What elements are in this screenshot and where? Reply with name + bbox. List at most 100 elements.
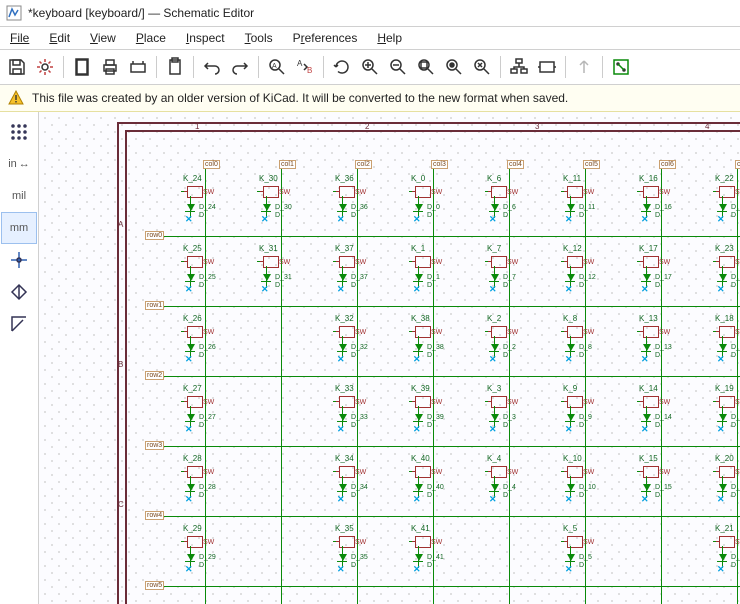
paste-icon[interactable] xyxy=(162,54,188,80)
diode-symbol[interactable] xyxy=(719,204,727,211)
column-net-label[interactable]: col0 xyxy=(203,160,220,169)
diode-symbol[interactable] xyxy=(491,484,499,491)
key-cell[interactable]: K_14SW✕D_14D xyxy=(637,384,705,442)
key-cell[interactable]: K_10SW✕D_10D xyxy=(561,454,629,512)
diode-symbol[interactable] xyxy=(263,204,271,211)
diode-symbol[interactable] xyxy=(339,414,347,421)
diode-symbol[interactable] xyxy=(567,274,575,281)
settings-icon[interactable] xyxy=(32,54,58,80)
symbol-editor-icon[interactable] xyxy=(534,54,560,80)
key-cell[interactable]: K_33SW✕D_33D xyxy=(333,384,401,442)
zoom-selection-icon[interactable] xyxy=(469,54,495,80)
diode-symbol[interactable] xyxy=(491,274,499,281)
row-net-label[interactable]: row3 xyxy=(145,441,164,450)
key-cell[interactable]: K_4SW✕D_4D xyxy=(485,454,553,512)
plot-icon[interactable] xyxy=(125,54,151,80)
key-cell[interactable]: K_37SW✕D_37D xyxy=(333,244,401,302)
diode-symbol[interactable] xyxy=(415,414,423,421)
key-cell[interactable]: K_8SW✕D_8D xyxy=(561,314,629,372)
menu-edit[interactable]: Edit xyxy=(41,29,78,47)
column-net-label[interactable]: col4 xyxy=(507,160,524,169)
diode-symbol[interactable] xyxy=(643,484,651,491)
column-net-label[interactable]: col5 xyxy=(583,160,600,169)
zoom-fit-icon[interactable] xyxy=(413,54,439,80)
schematic-canvas[interactable]: ABC 1234 col0col1col2col3col4col5col6col… xyxy=(39,112,740,604)
key-cell[interactable]: K_16SW✕D_16D xyxy=(637,174,705,232)
unit-in-button[interactable]: in↔ xyxy=(1,148,37,180)
key-cell[interactable]: K_0SW✕D_0D xyxy=(409,174,477,232)
row-net-label[interactable]: row2 xyxy=(145,371,164,380)
diode-symbol[interactable] xyxy=(339,554,347,561)
diode-symbol[interactable] xyxy=(415,554,423,561)
key-cell[interactable]: K_26SW✕D_26D xyxy=(181,314,249,372)
diode-symbol[interactable] xyxy=(643,274,651,281)
key-cell[interactable]: K_24SW✕D_24D xyxy=(181,174,249,232)
row-net-label[interactable]: row1 xyxy=(145,301,164,310)
redo-icon[interactable] xyxy=(227,54,253,80)
key-cell[interactable]: K_41SW✕D_41D xyxy=(409,524,477,582)
diode-symbol[interactable] xyxy=(719,414,727,421)
diode-symbol[interactable] xyxy=(339,274,347,281)
key-cell[interactable]: K_2SW✕D_2D xyxy=(485,314,553,372)
zoom-out-icon[interactable] xyxy=(385,54,411,80)
key-cell[interactable]: K_18SW✕D_18D xyxy=(713,314,740,372)
key-cell[interactable]: K_17SW✕D_17D xyxy=(637,244,705,302)
column-net-label[interactable]: col2 xyxy=(355,160,372,169)
diode-symbol[interactable] xyxy=(567,554,575,561)
menu-place[interactable]: Place xyxy=(128,29,174,47)
zoom-in-icon[interactable] xyxy=(357,54,383,80)
diode-symbol[interactable] xyxy=(567,414,575,421)
diode-symbol[interactable] xyxy=(491,414,499,421)
diode-symbol[interactable] xyxy=(719,484,727,491)
undo-icon[interactable] xyxy=(199,54,225,80)
unit-mm-button[interactable]: mm xyxy=(1,212,37,244)
key-cell[interactable]: K_30SW✕D_30D xyxy=(257,174,325,232)
key-cell[interactable]: K_23SW✕D_23D xyxy=(713,244,740,302)
key-cell[interactable]: K_6SW✕D_6D xyxy=(485,174,553,232)
column-net-label[interactable]: col7 xyxy=(735,160,740,169)
cursor-shape-button[interactable] xyxy=(1,244,37,276)
diode-symbol[interactable] xyxy=(643,414,651,421)
key-cell[interactable]: K_28SW✕D_28D xyxy=(181,454,249,512)
key-cell[interactable]: K_1SW✕D_1D xyxy=(409,244,477,302)
key-cell[interactable]: K_38SW✕D_38D xyxy=(409,314,477,372)
diode-symbol[interactable] xyxy=(187,274,195,281)
diode-symbol[interactable] xyxy=(339,344,347,351)
key-cell[interactable]: K_21SW✕D_21D xyxy=(713,524,740,582)
key-cell[interactable]: K_34SW✕D_34D xyxy=(333,454,401,512)
key-cell[interactable]: K_9SW✕D_9D xyxy=(561,384,629,442)
row-net-label[interactable]: row4 xyxy=(145,511,164,520)
diode-symbol[interactable] xyxy=(187,414,195,421)
column-net-label[interactable]: col1 xyxy=(279,160,296,169)
show-grid-button[interactable] xyxy=(1,116,37,148)
key-cell[interactable]: K_35SW✕D_35D xyxy=(333,524,401,582)
key-cell[interactable]: K_40SW✕D_40D xyxy=(409,454,477,512)
key-cell[interactable]: K_39SW✕D_39D xyxy=(409,384,477,442)
menu-inspect[interactable]: Inspect xyxy=(178,29,233,47)
key-cell[interactable]: K_36SW✕D_36D xyxy=(333,174,401,232)
free-angle-button[interactable] xyxy=(1,308,37,340)
diode-symbol[interactable] xyxy=(339,204,347,211)
key-cell[interactable]: K_22SW✕D_22D xyxy=(713,174,740,232)
diode-symbol[interactable] xyxy=(187,484,195,491)
key-cell[interactable]: K_20SW✕D_20D xyxy=(713,454,740,512)
page-settings-icon[interactable] xyxy=(69,54,95,80)
menu-help[interactable]: Help xyxy=(369,29,410,47)
diode-symbol[interactable] xyxy=(643,204,651,211)
menu-file[interactable]: File xyxy=(2,29,37,47)
pcb-icon[interactable] xyxy=(608,54,634,80)
menu-preferences[interactable]: Preferences xyxy=(285,29,366,47)
diode-symbol[interactable] xyxy=(567,344,575,351)
save-icon[interactable] xyxy=(4,54,30,80)
diode-symbol[interactable] xyxy=(491,204,499,211)
diode-symbol[interactable] xyxy=(567,484,575,491)
diode-symbol[interactable] xyxy=(263,274,271,281)
hidden-pins-button[interactable] xyxy=(1,276,37,308)
key-cell[interactable]: K_11SW✕D_11D xyxy=(561,174,629,232)
diode-symbol[interactable] xyxy=(719,554,727,561)
zoom-objects-icon[interactable] xyxy=(441,54,467,80)
diode-symbol[interactable] xyxy=(643,344,651,351)
find-icon[interactable]: A xyxy=(264,54,290,80)
diode-symbol[interactable] xyxy=(415,484,423,491)
nav-up-icon[interactable] xyxy=(571,54,597,80)
